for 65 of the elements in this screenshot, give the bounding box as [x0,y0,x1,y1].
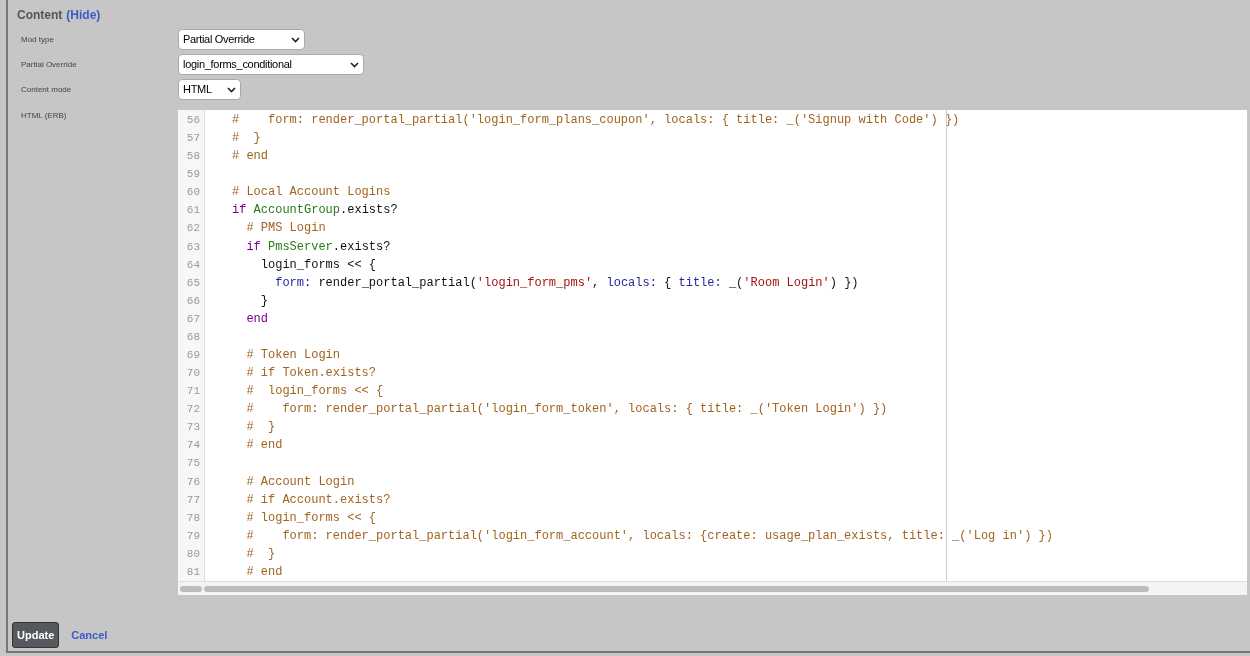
line-number: 59 [185,167,201,183]
code-line: end [245,310,269,328]
line-number: 66 [185,293,201,309]
code-line: # if Token.exists? [245,365,378,383]
line-number: 74 [185,438,201,454]
code-line: form: render_portal_partial('login_form_pms', locals: { title: _('Room Login') }) [274,274,860,292]
line-number: 80 [185,546,201,562]
line-number: 64 [185,257,201,273]
line-number: 76 [185,474,201,490]
line-number: 61 [185,203,201,219]
code-line: # end [245,563,284,581]
line-number: 70 [185,366,201,382]
line-number: 77 [185,492,201,508]
hide-link[interactable]: (Hide) [66,6,101,24]
line-number: 67 [185,311,201,327]
field-label: HTML (ERB) [20,110,68,122]
line-number: 62 [185,221,201,237]
dropdown-select[interactable]: HTML [178,79,241,100]
line-number: 56 [185,113,201,128]
code-line: # login_forms << { [245,383,385,401]
code-line: # form: render_portal_partial('login_form_token', locals: { title: _('Token Login') }) [245,401,889,419]
field-label: Content mode [20,83,73,96]
line-number: 60 [185,185,201,201]
field-label: Partial Override [20,58,78,71]
line-number: 79 [185,528,201,544]
line-number: 71 [185,384,201,400]
code-line: if PmsServer.exists? [245,238,392,256]
section-title: Content [17,7,63,24]
chevron-down-icon [350,61,359,68]
update-button[interactable]: Update [12,622,60,648]
code-line: # } [245,545,277,563]
dropdown-select[interactable]: Partial Override [178,29,305,50]
line-number: 81 [185,564,201,580]
code-line: login_forms << { [259,256,378,274]
line-number: 58 [185,149,201,165]
code-line: # Token Login [245,347,342,364]
line-number: 69 [185,348,201,363]
code-line: } [259,292,269,310]
line-number: 57 [185,131,201,147]
chevron-down-icon [227,86,236,93]
code-line: if AccountGroup.exists? [232,202,399,220]
cancel-link[interactable]: Cancel [71,626,108,644]
line-number: 73 [185,420,201,436]
line-number: 63 [185,239,201,255]
scrollbar-thumb[interactable] [180,585,202,592]
line-number: 75 [185,456,201,472]
line-number: 65 [185,275,201,291]
line-number: 78 [185,510,201,526]
line-number: 68 [185,329,201,345]
code-line: # end [232,148,269,166]
code-line: # } [245,419,277,437]
line-number: 72 [185,402,201,418]
scrollbar-thumb[interactable] [204,585,1149,592]
dropdown-select[interactable]: login_forms_conditional [178,54,364,75]
code-line: # } [232,130,262,148]
code-line: # end [245,437,284,455]
code-line: # login_forms << { [245,509,378,527]
field-label: Mod type [20,33,55,46]
code-line: # PMS Login [245,220,327,238]
code-line: # Local Account Logins [232,184,392,202]
code-line: # Account Login [245,473,356,491]
code-editor[interactable] [178,110,1247,595]
code-line: # form: render_portal_partial('login_form_account', locals: {create: usage_plan_exists, title: _('Log in') }) [245,527,1053,545]
code-line: # if Account.exists? [245,491,392,509]
chevron-down-icon [291,36,300,43]
